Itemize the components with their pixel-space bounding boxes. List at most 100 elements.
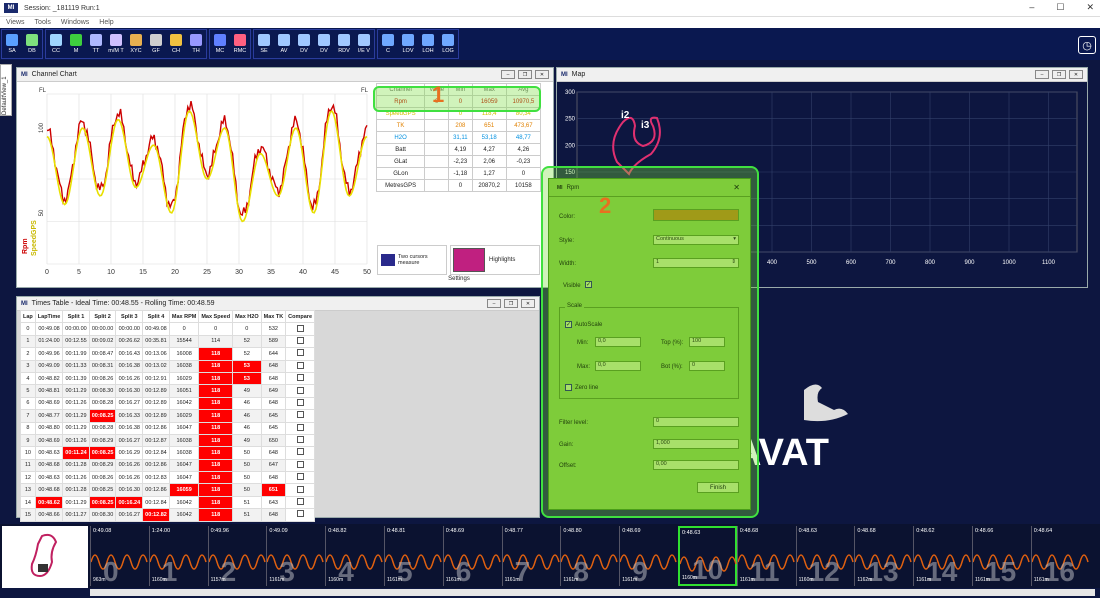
- table-row[interactable]: 15 00:48.66 00:11.27 00:08.30 00:16.27 00:12.…: [20, 508, 316, 522]
- channel-row-batt[interactable]: Batt 4,19 4,27 4,26: [375, 143, 542, 156]
- toolbar-button-cc[interactable]: CC: [46, 30, 66, 58]
- compare-checkbox[interactable]: [296, 386, 304, 394]
- channel-chart-plot[interactable]: 0 5 10 15 20 25 30 35 40 45 50 FL FL Rpm SpeedGPS 100 50: [17, 82, 375, 286]
- panel-restore-button[interactable]: ❐: [504, 299, 518, 308]
- top-field[interactable]: 100: [689, 337, 725, 347]
- times-header-cell[interactable]: Split 4: [142, 309, 170, 324]
- compare-checkbox[interactable]: [296, 423, 304, 431]
- compare-checkbox[interactable]: [296, 411, 304, 419]
- times-header-cell[interactable]: Compare: [285, 309, 316, 324]
- compare-checkbox[interactable]: [296, 336, 304, 344]
- channel-row-h2o[interactable]: H2O 31,11 53,18 48,77: [375, 131, 542, 144]
- toolbar-button-th[interactable]: TH: [186, 30, 206, 58]
- toolbar-button-lov[interactable]: LOV: [398, 30, 418, 58]
- finish-button[interactable]: Finish: [697, 482, 739, 493]
- width-stepper[interactable]: 1 ⇕: [653, 258, 739, 268]
- filter-field[interactable]: 0: [653, 417, 739, 427]
- table-row[interactable]: 6 00:48.69 00:11.26 00:08.28 00:16.27 00:12.8…: [20, 396, 316, 411]
- lap-cell-16[interactable]: 0:48.64 16 1161m: [1030, 526, 1090, 587]
- max-field[interactable]: 0,0: [595, 361, 641, 371]
- table-row[interactable]: 13 00:48.68 00:11.28 00:08.25 00:16.30 00:12.…: [20, 483, 316, 497]
- min-field[interactable]: 0,0: [595, 337, 641, 347]
- table-row[interactable]: 7 00:48.77 00:11.29 00:08.25 00:16.33 00:12.8…: [20, 409, 316, 423]
- compare-checkbox[interactable]: [296, 510, 304, 518]
- bot-field[interactable]: 0: [689, 361, 725, 371]
- table-row[interactable]: 4 00:48.82 00:11.39 00:08.26 00:16.26 00:12.9…: [20, 371, 316, 386]
- menu-tools[interactable]: Tools: [35, 19, 51, 26]
- toolbar-button-gf[interactable]: GF: [146, 30, 166, 58]
- times-header-cell[interactable]: Max RPM: [168, 309, 200, 324]
- toolbar-button-m[interactable]: M: [66, 30, 86, 58]
- times-header-cell[interactable]: Split 3: [115, 309, 144, 324]
- table-row[interactable]: 8 00:48.80 00:11.29 00:08.28 00:16.38 00:12.8…: [20, 421, 316, 435]
- times-header-cell[interactable]: Max TK: [260, 309, 287, 324]
- panel-restore-button[interactable]: ❐: [1052, 70, 1066, 79]
- times-header-cell[interactable]: LapTime: [34, 309, 64, 324]
- lap-cell-14[interactable]: 0:48.62 14 1161m: [913, 526, 972, 587]
- sidetab-defaultview[interactable]: DefaultView_1: [0, 64, 12, 116]
- panel-minimize-button[interactable]: –: [487, 299, 501, 308]
- times-header-cell[interactable]: Lap: [20, 309, 36, 324]
- lap-cell-13[interactable]: 0:48.68 13 1162m: [854, 526, 913, 587]
- table-row[interactable]: 14 00:48.62 00:11.29 00:08.25 00:16.24 00:12.…: [20, 495, 316, 510]
- table-row[interactable]: 12 00:48.63 00:11.26 00:08.26 00:16.26 00:12.…: [20, 471, 316, 485]
- table-row[interactable]: 9 00:48.69 00:11.26 00:08.29 00:16.27 00:12.8…: [20, 433, 316, 448]
- toolbar-button-i-e-v[interactable]: I/E V: [354, 30, 374, 58]
- compare-checkbox[interactable]: [296, 398, 304, 406]
- panel-minimize-button[interactable]: –: [501, 70, 515, 79]
- maximize-icon[interactable]: ☐: [1056, 2, 1064, 13]
- toolbar-button-dv[interactable]: DV: [314, 30, 334, 58]
- compare-checkbox[interactable]: [296, 324, 304, 332]
- lap-cell-10[interactable]: 0:48.63 10 1160m: [678, 526, 737, 586]
- lap-cell-8[interactable]: 0:48.80 8 1161m: [560, 526, 619, 587]
- compare-checkbox[interactable]: [296, 485, 304, 493]
- color-swatch[interactable]: [653, 209, 739, 221]
- panel-close-button[interactable]: ✕: [521, 299, 535, 308]
- panel-minimize-button[interactable]: –: [1035, 70, 1049, 79]
- compare-checkbox[interactable]: [296, 361, 304, 369]
- toolbar-button-ch[interactable]: CH: [166, 30, 186, 58]
- toolbar-button-rmc[interactable]: RMC: [230, 30, 250, 58]
- lap-cell-1[interactable]: 1:24.00 1 1160m: [148, 526, 208, 587]
- autoscale-checkbox[interactable]: ✓: [565, 321, 572, 328]
- times-header-cell[interactable]: Split 1: [62, 309, 90, 324]
- dialog-close-icon[interactable]: ✕: [733, 183, 740, 192]
- table-row[interactable]: 0 00:49.08 00:00.00 00:00.00 00:00.00 00:49.0…: [20, 322, 316, 336]
- channel-row-glon[interactable]: GLon -1,18 1,27 0: [375, 167, 542, 180]
- lap-cell-12[interactable]: 0:48.63 12 1160m: [795, 526, 855, 587]
- channel-row-glat[interactable]: GLat -2,23 2,06 -0,23: [375, 155, 542, 168]
- compare-checkbox[interactable]: [296, 374, 304, 382]
- minimize-icon[interactable]: –: [1029, 2, 1034, 13]
- times-header-cell[interactable]: Max H2O: [232, 309, 262, 324]
- compare-checkbox[interactable]: [296, 473, 304, 481]
- times-header-cell[interactable]: Split 2: [88, 309, 117, 324]
- gain-field[interactable]: 1,000: [653, 439, 739, 449]
- toolbar-button-xyc[interactable]: XYC: [126, 30, 146, 58]
- lap-cell-7[interactable]: 0:48.77 7 1161m: [501, 526, 561, 587]
- toolbar-button-c[interactable]: C: [378, 30, 398, 58]
- toolbar-button-av[interactable]: AV: [274, 30, 294, 58]
- menu-help[interactable]: Help: [99, 19, 113, 26]
- toolbar-button-sa[interactable]: SA: [2, 30, 22, 58]
- zero-line-checkbox[interactable]: [565, 384, 572, 391]
- panel-close-button[interactable]: ✕: [1069, 70, 1083, 79]
- toolbar-button-mc[interactable]: MC: [210, 30, 230, 58]
- compare-checkbox[interactable]: [296, 460, 304, 468]
- compare-checkbox[interactable]: [296, 349, 304, 357]
- compare-checkbox[interactable]: [296, 448, 304, 456]
- toolbar-button-dv[interactable]: DV: [294, 30, 314, 58]
- table-row[interactable]: 1 01:24.00 00:12.55 00:09.02 00:26.62 00:35.8…: [20, 334, 316, 349]
- offset-field[interactable]: 0,00: [653, 460, 739, 470]
- toolbar-button-rdv[interactable]: RDV: [334, 30, 354, 58]
- laps-scrollbar[interactable]: [90, 589, 1095, 596]
- toolbar-button-db[interactable]: DB: [22, 30, 42, 58]
- settings-label[interactable]: Settings: [377, 276, 541, 286]
- compare-checkbox[interactable]: [296, 436, 304, 444]
- toolbar-button-log[interactable]: LOG: [438, 30, 458, 58]
- toolbar-button-loh[interactable]: LOH: [418, 30, 438, 58]
- clock-button[interactable]: ◷: [1078, 36, 1096, 54]
- channel-row-tk[interactable]: TK 208 651 473,67: [375, 119, 542, 132]
- highlights-button[interactable]: Highlights: [450, 245, 540, 275]
- table-row[interactable]: 3 00:49.09 00:11.33 00:08.31 00:16.38 00:13.0…: [20, 359, 316, 373]
- table-row[interactable]: 5 00:48.81 00:11.29 00:08.30 00:16.30 00:12.8…: [20, 384, 316, 398]
